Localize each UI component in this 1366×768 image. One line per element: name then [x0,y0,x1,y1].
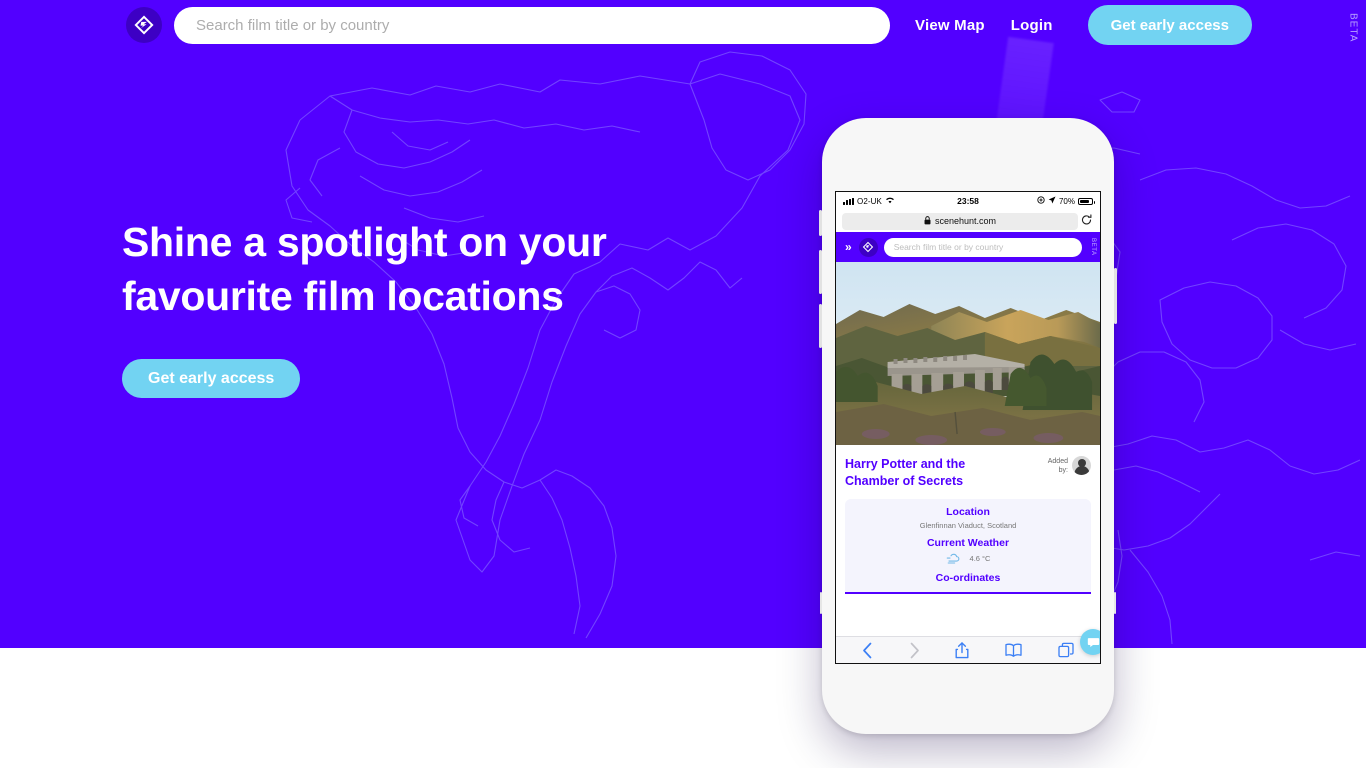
logo-glyph-mobile [862,241,874,253]
location-value: Glenfinnan Viaduct, Scotland [919,521,1017,530]
scenehunt-logo-icon-mobile[interactable] [858,237,878,257]
glenfinnan-viaduct-photo [836,262,1100,445]
chat-bubble-icon[interactable] [1080,629,1100,655]
hero-get-early-access-button[interactable]: Get early access [122,359,301,398]
weather-row: 4.6 °C [853,552,1083,565]
phone-power-button [1114,268,1117,324]
phone-screen: O2-UK 23:58 70% scenehunt.com » Search f… [835,191,1101,664]
top-navigation-bar: View Map Login Get early access BETA [0,0,1366,50]
battery-icon [1078,197,1095,205]
hero-title-line-1: Shine a spotlight on your [122,219,607,265]
avatar[interactable] [1072,456,1091,475]
nav-link-login[interactable]: Login [998,17,1066,34]
temperature-value: 4.6 °C [969,554,991,563]
avatar-body [1074,466,1089,475]
double-chevron-right-icon[interactable]: » [842,240,853,254]
lock-icon [924,215,931,227]
search-field-wrapper [174,7,890,44]
added-by: Added by: [1042,456,1091,475]
phone-frame-detail-left [820,592,822,614]
safari-bottom-toolbar [836,636,1100,663]
page-title: Shine a spotlight on your favourite film… [122,215,742,323]
phone-mockup: O2-UK 23:58 70% scenehunt.com » Search f… [819,118,1117,734]
back-button[interactable] [862,642,873,659]
nav-links: View Map Login Get early access [902,0,1252,50]
ios-status-bar: O2-UK 23:58 70% [836,192,1100,210]
reload-icon[interactable] [1078,213,1094,229]
url-text: scenehunt.com [934,216,997,226]
phone-volume-up-button [819,250,822,294]
share-button[interactable] [955,641,969,659]
hero-section: Shine a spotlight on your favourite film… [0,0,1366,648]
safari-url-bar: scenehunt.com [836,210,1100,232]
film-title: Harry Potter and the Chamber of Secrets [845,457,966,488]
app-header: » BETA [836,232,1100,262]
status-clock: 23:58 [957,196,979,206]
film-title-row: Harry Potter and the Chamber of Secrets … [845,456,1091,490]
search-input[interactable] [174,7,890,44]
mobile-beta-badge: BETA [1090,238,1096,256]
phone-frame-detail-right [1114,592,1116,614]
added-by-label: Added by: [1047,457,1068,474]
phone-volume-down-button [819,304,822,348]
bookmarks-button[interactable] [1005,643,1022,657]
film-detail-card: Harry Potter and the Chamber of Secrets … [836,445,1100,594]
windy-weather-icon [946,552,963,565]
location-info-panel: Location Glenfinnan Viaduct, Scotland Cu… [845,499,1091,594]
nav-link-view-map[interactable]: View Map [902,17,998,34]
hero-copy: Shine a spotlight on your favourite film… [122,215,742,398]
coordinates-heading: Co-ordinates [935,572,1001,584]
tabs-button[interactable] [1058,642,1074,658]
logo-glyph [134,15,154,35]
mobile-search-input[interactable] [883,237,1082,257]
hero-title-line-2: favourite film locations [122,273,564,319]
beta-badge: BETA [1347,13,1359,43]
weather-heading: Current Weather [926,537,1010,549]
get-early-access-button[interactable]: Get early access [1087,5,1252,45]
info-underline [845,592,1091,594]
scenehunt-logo-icon[interactable] [126,7,162,43]
url-pill[interactable]: scenehunt.com [842,212,1078,230]
forward-button [909,642,920,659]
location-heading: Location [946,506,990,518]
chat-glyph [1087,637,1099,647]
